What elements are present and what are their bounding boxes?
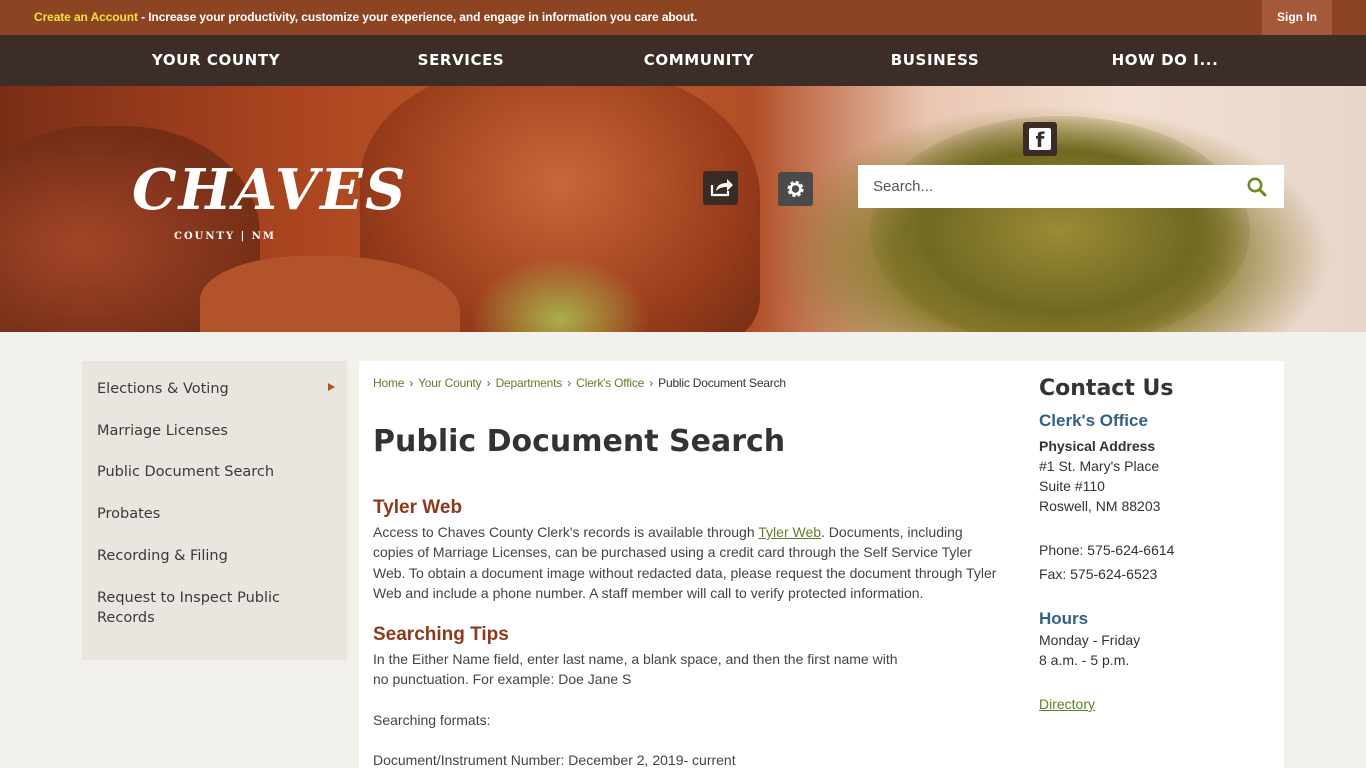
address-line: #1 St. Mary's Place — [1039, 458, 1160, 474]
settings-button[interactable] — [778, 172, 813, 206]
formats-label: Searching formats: — [373, 712, 491, 728]
breadcrumb-your-county[interactable]: Your County — [418, 376, 482, 390]
county-logo[interactable]: CHAVES COUNTY | NM — [132, 158, 405, 248]
hours-time: 8 a.m. - 5 p.m. — [1039, 652, 1130, 668]
format-line: Document/Instrument Number: December 2, … — [373, 752, 736, 768]
phone-number: Phone: 575-624-6614 — [1039, 542, 1175, 558]
share-button[interactable] — [703, 171, 738, 205]
banner-shrub — [470, 256, 650, 332]
sidebar-nav: Elections & Voting Marriage Licenses Pub… — [82, 361, 347, 660]
tyler-web-paragraph: Access to Chaves County Clerk's records … — [373, 522, 998, 603]
main-content: Home › Your County › Departments › Clerk… — [359, 361, 1284, 768]
sidebar-item-public-document-search[interactable]: Public Document Search — [97, 462, 297, 482]
facebook-icon: f — [1029, 128, 1051, 152]
address-line: Suite #110 — [1039, 478, 1105, 494]
submenu-arrow-icon[interactable] — [328, 383, 335, 391]
search-icon[interactable] — [1246, 176, 1268, 198]
logo-subtitle: COUNTY | NM — [174, 231, 276, 242]
main-navigation: YOUR COUNTY SERVICES COMMUNITY BUSINESS … — [0, 35, 1366, 86]
breadcrumb-departments[interactable]: Departments — [496, 376, 563, 390]
address-label: Physical Address — [1039, 438, 1156, 454]
nav-services[interactable]: SERVICES — [366, 35, 556, 86]
facebook-button[interactable]: f — [1023, 122, 1057, 156]
paragraph-text: Access to Chaves County Clerk's records … — [373, 524, 759, 540]
tyler-web-link[interactable]: Tyler Web — [758, 524, 821, 540]
breadcrumb-separator: › — [409, 376, 414, 390]
section-heading-tyler-web: Tyler Web — [373, 497, 463, 518]
breadcrumb-separator: › — [486, 376, 491, 390]
breadcrumb-separator: › — [649, 376, 654, 390]
site-search — [858, 165, 1284, 208]
directory-link[interactable]: Directory — [1039, 696, 1095, 712]
breadcrumb-current: Public Document Search — [658, 376, 786, 390]
hours-heading: Hours — [1039, 609, 1089, 628]
sidebar-item-request-to-inspect[interactable]: Request to Inspect Public Records — [97, 588, 307, 628]
section-heading-searching-tips: Searching Tips — [373, 624, 509, 645]
gear-icon — [787, 180, 804, 198]
nav-business[interactable]: BUSINESS — [840, 35, 1030, 86]
sidebar-item-recording-filing[interactable]: Recording & Filing — [97, 546, 297, 566]
nav-community[interactable]: COMMUNITY — [604, 35, 794, 86]
contact-office: Clerk's Office — [1039, 411, 1148, 430]
account-bar: Create an Account - Increase your produc… — [0, 0, 1366, 35]
fax-number: Fax: 575-624-6523 — [1039, 566, 1158, 582]
sidebar-item-elections-voting[interactable]: Elections & Voting — [97, 379, 297, 399]
breadcrumb: Home › Your County › Departments › Clerk… — [373, 376, 786, 390]
breadcrumb-clerks-office[interactable]: Clerk's Office — [576, 376, 644, 390]
hours-days: Monday - Friday — [1039, 632, 1141, 648]
share-icon — [710, 179, 733, 197]
tips-line: no punctuation. For example: Doe Jane S — [373, 671, 632, 687]
nav-how-do-i[interactable]: HOW DO I... — [1070, 35, 1260, 86]
contact-title: Contact Us — [1039, 376, 1174, 401]
account-promo-text: - Increase your productivity, customize … — [137, 10, 698, 24]
breadcrumb-home[interactable]: Home — [373, 376, 404, 390]
address-line: Roswell, NM 88203 — [1039, 498, 1161, 514]
directory-link-wrap: Directory — [1039, 696, 1095, 712]
sidebar-item-marriage-licenses[interactable]: Marriage Licenses — [97, 421, 297, 441]
account-message: Create an Account - Increase your produc… — [34, 10, 697, 24]
page-title: Public Document Search — [373, 424, 786, 459]
banner-tree — [870, 116, 1250, 332]
create-account-link[interactable]: Create an Account — [34, 10, 138, 24]
search-input[interactable] — [858, 165, 1228, 208]
sidebar-item-probates[interactable]: Probates — [97, 504, 297, 524]
breadcrumb-separator: › — [567, 376, 571, 390]
logo-wordmark: CHAVES — [132, 157, 408, 223]
tips-line: In the Either Name field, enter last nam… — [373, 651, 898, 667]
nav-your-county[interactable]: YOUR COUNTY — [121, 35, 311, 86]
sign-in-button[interactable]: Sign In — [1262, 0, 1332, 35]
